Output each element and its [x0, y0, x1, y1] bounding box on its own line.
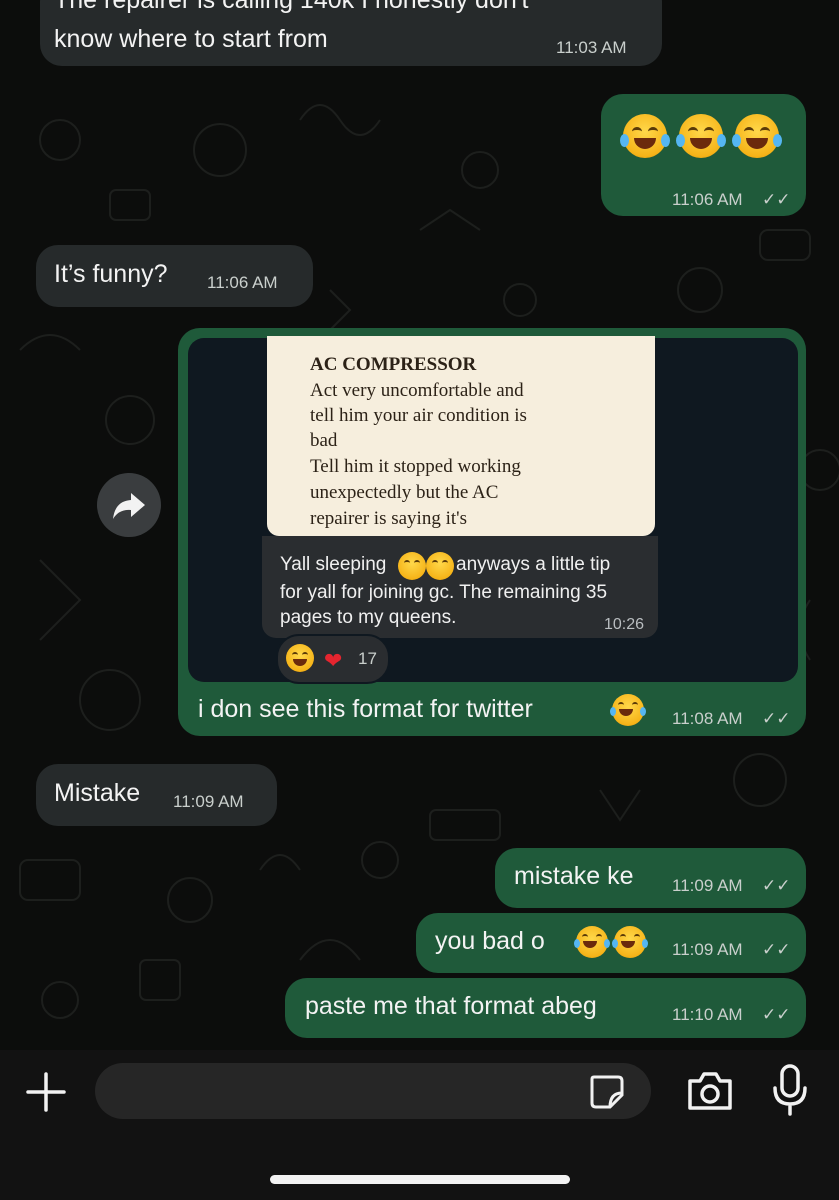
message-time: 11:06 AM — [672, 190, 743, 209]
face-with-tears-of-joy-icon — [676, 114, 726, 158]
reaction-count: 17 — [358, 649, 377, 668]
message-time: 11:08 AM — [672, 709, 743, 728]
read-receipt-icon: ✓✓ — [762, 190, 791, 209]
read-receipt-icon: ✓✓ — [762, 876, 791, 895]
note-line: unexpectedly but the AC — [310, 482, 499, 503]
home-indicator[interactable] — [270, 1175, 570, 1184]
caption-text: for yall for joining gc. The remaining 3… — [280, 582, 608, 603]
face-with-tears-of-joy-icon — [286, 644, 314, 672]
message-time: 11:09 AM — [173, 792, 244, 811]
message-text: Mistake — [54, 779, 141, 807]
message-text: know where to start from — [54, 25, 328, 53]
forward-button[interactable] — [97, 473, 161, 537]
note-line: repairer is saying it's — [310, 508, 467, 529]
message-time: 11:03 AM — [556, 38, 627, 57]
read-receipt-icon: ✓✓ — [762, 940, 791, 959]
face-with-tears-of-joy-icon — [574, 926, 610, 958]
note-line: Act very uncomfortable and — [310, 380, 524, 401]
message-time: 11:09 AM — [672, 876, 743, 895]
caption-text: anyways a little tip — [456, 554, 611, 575]
message-time: 11:10 AM — [672, 1005, 743, 1024]
forwarded-caption: Yall sleeping anyways a little tip for y… — [262, 536, 658, 638]
note-line: Tell him it stopped working — [310, 456, 521, 477]
reactions-pill[interactable]: ❤ 17 — [276, 634, 390, 684]
message-time: 11:06 AM — [207, 273, 278, 292]
face-with-open-mouth-icon — [426, 552, 454, 580]
caption-text: pages to my queens. — [280, 607, 457, 628]
caption-text: Yall sleeping — [280, 554, 387, 575]
sticker-button[interactable] — [586, 1071, 626, 1111]
message-input[interactable] — [95, 1063, 651, 1119]
face-with-open-mouth-icon — [398, 552, 426, 580]
red-heart-icon: ❤ — [324, 648, 343, 673]
face-with-tears-of-joy-icon — [612, 926, 648, 958]
message-text: mistake ke — [514, 862, 634, 890]
caption-time: 10:26 — [603, 616, 644, 633]
microphone-button[interactable] — [770, 1062, 810, 1118]
camera-button[interactable] — [684, 1067, 736, 1115]
read-receipt-icon: ✓✓ — [762, 1005, 791, 1024]
forwarded-image[interactable]: AC COMPRESSOR Act very uncomfortable and… — [267, 336, 655, 536]
message-text: you bad o — [435, 927, 545, 955]
sticker-icon — [590, 1075, 624, 1109]
note-title: AC COMPRESSOR — [310, 354, 477, 375]
attach-button[interactable] — [24, 1070, 68, 1114]
forward-arrow-icon — [113, 493, 145, 519]
message-text: The repairer is calling 140k I honestly … — [54, 0, 529, 14]
message-text: i don see this format for twitter — [198, 695, 533, 723]
plus-icon — [26, 1072, 66, 1112]
message-text: paste me that format abeg — [305, 992, 597, 1020]
note-line: tell him your air condition is — [310, 405, 527, 426]
note-line: bad — [310, 430, 338, 451]
message-text: It’s funny? — [54, 260, 168, 288]
message-time: 11:09 AM — [672, 940, 743, 959]
face-with-tears-of-joy-icon — [620, 114, 670, 158]
camera-icon — [688, 1072, 732, 1110]
microphone-icon — [773, 1064, 807, 1116]
read-receipt-icon: ✓✓ — [762, 709, 791, 728]
loudly-crying-face-icon — [610, 694, 646, 726]
face-with-tears-of-joy-icon — [732, 114, 782, 158]
